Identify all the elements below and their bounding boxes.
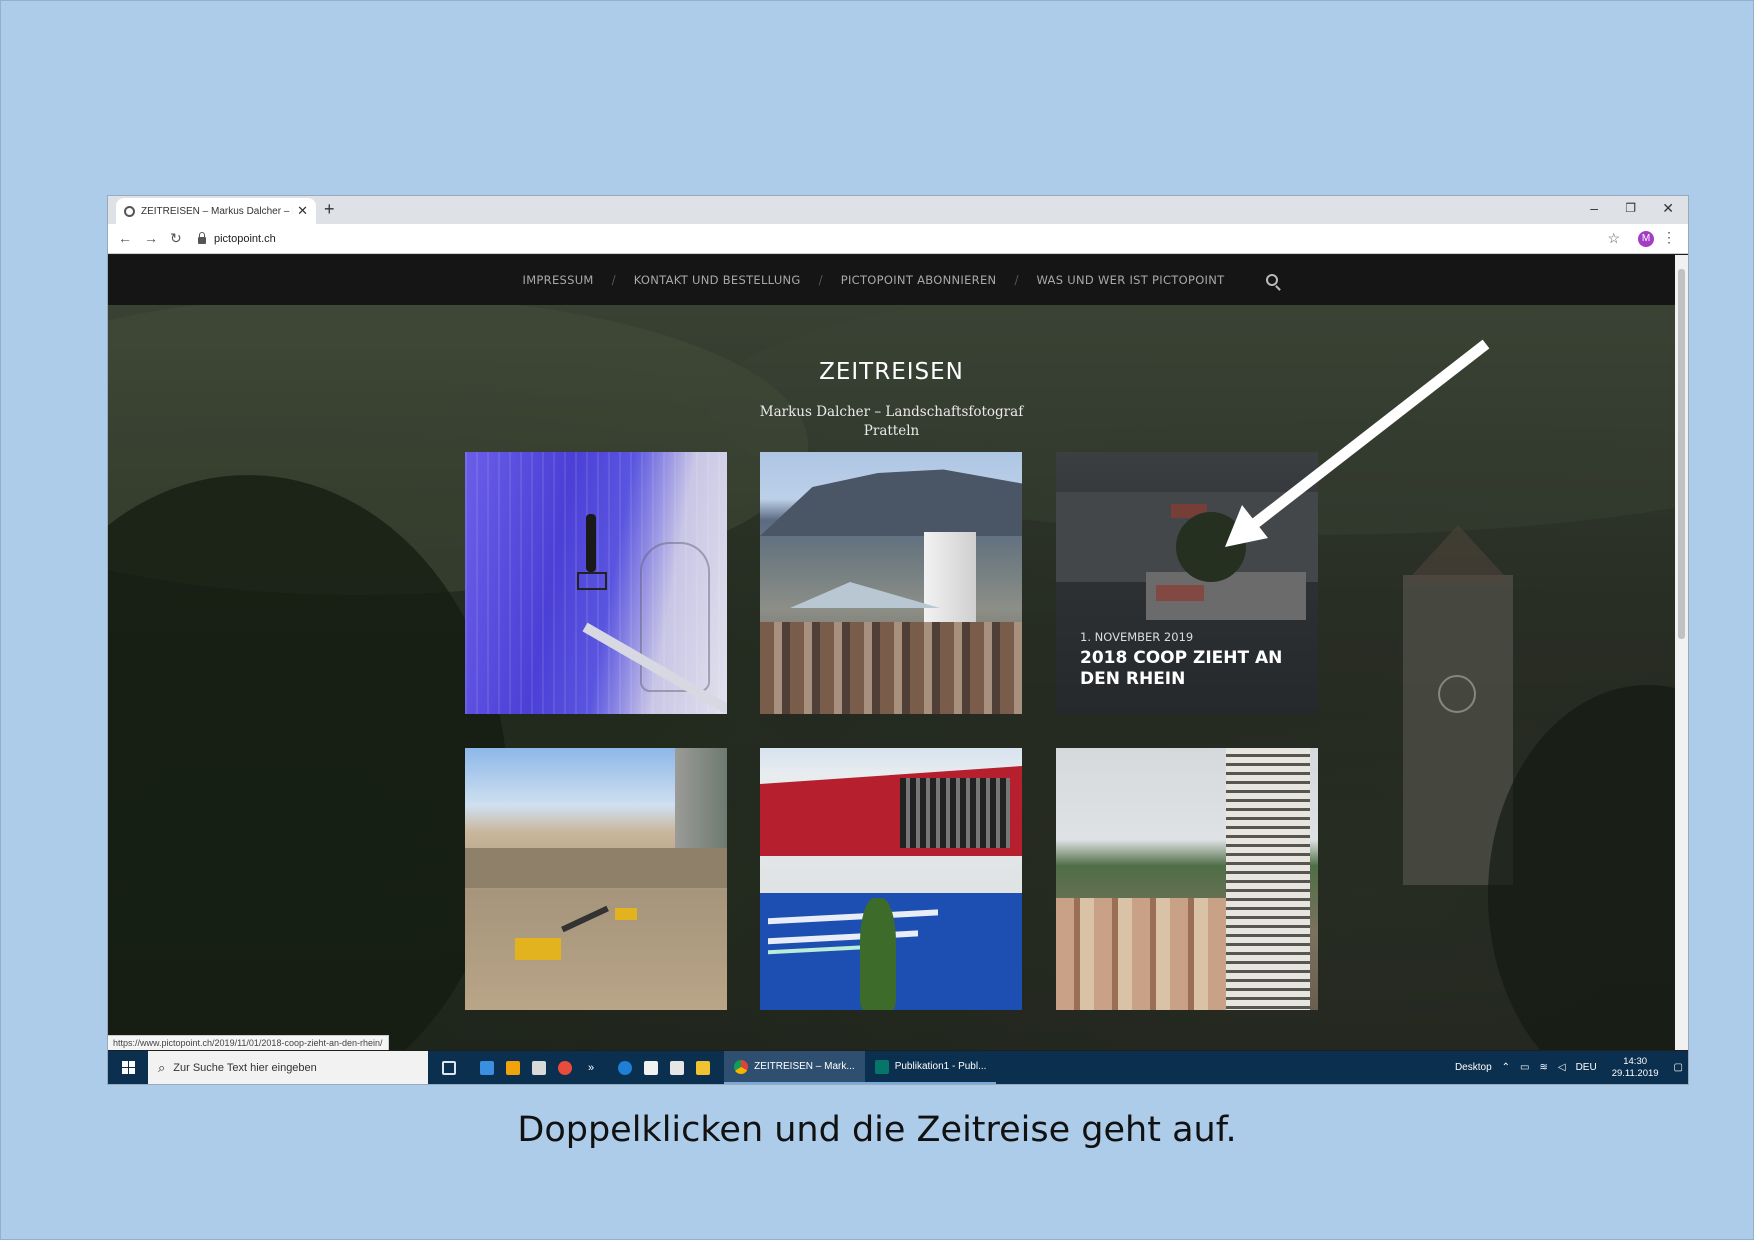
mail-icon[interactable] — [670, 1060, 685, 1075]
screenshot-window: ZEITREISEN – Markus Dalcher – L ✕ + – ❐ … — [108, 196, 1688, 1084]
windows-logo-icon — [122, 1061, 135, 1074]
taskbar-app-chrome[interactable]: ZEITREISEN – Mark... — [724, 1051, 865, 1084]
taskbar-clock[interactable]: 14:30 29.11.2019 — [1612, 1056, 1659, 1080]
quicklaunch-icon[interactable] — [532, 1060, 546, 1075]
clock-time: 14:30 — [1623, 1055, 1648, 1067]
task-view-icon[interactable] — [442, 1060, 456, 1075]
browser-tab[interactable]: ZEITREISEN – Markus Dalcher – L ✕ — [116, 198, 316, 224]
arrow-head-icon — [1225, 505, 1268, 547]
restore-icon[interactable]: ❐ — [1625, 201, 1636, 215]
profile-avatar[interactable]: M — [1638, 231, 1654, 247]
close-window-icon[interactable]: ✕ — [1662, 200, 1674, 217]
tab-title: ZEITREISEN – Markus Dalcher – L — [141, 205, 294, 217]
clock-date: 29.11.2019 — [1611, 1067, 1659, 1079]
quicklaunch-icon[interactable] — [480, 1060, 494, 1075]
status-url: https://www.pictopoint.ch/2019/11/01/201… — [108, 1035, 389, 1050]
bookmark-star-icon[interactable]: ☆ — [1607, 230, 1620, 247]
globe-icon — [124, 205, 135, 217]
page-scrollbar[interactable] — [1675, 255, 1688, 1050]
battery-icon[interactable]: ▭ — [1520, 1062, 1529, 1073]
windows-taskbar: ⌕ Zur Suche Text hier eingeben » ZEITREI… — [108, 1051, 1688, 1084]
input-language[interactable]: DEU — [1576, 1062, 1597, 1073]
overflow-chevron-icon[interactable]: » — [588, 1062, 594, 1074]
arrow-annotation — [1225, 339, 1490, 547]
search-icon: ⌕ — [158, 1059, 166, 1075]
quicklaunch-icon[interactable] — [506, 1060, 520, 1075]
edge-icon[interactable] — [618, 1060, 633, 1075]
address-bar: ← → ↻ pictopoint.ch ☆ M ⋮ — [108, 224, 1688, 254]
taskbar-app-publisher[interactable]: Publikation1 - Publ... — [864, 1051, 997, 1084]
folder-icon[interactable] — [696, 1060, 711, 1075]
publisher-icon — [874, 1059, 889, 1074]
url-field[interactable]: pictopoint.ch — [198, 228, 1688, 250]
reload-icon[interactable]: ↻ — [170, 230, 182, 247]
new-tab-icon[interactable]: + — [324, 199, 335, 220]
menu-kebab-icon[interactable]: ⋮ — [1662, 229, 1676, 246]
browser-tab-bar: ZEITREISEN – Markus Dalcher – L ✕ + – ❐ … — [108, 196, 1688, 224]
desktop-toolbar[interactable]: Desktop — [1455, 1062, 1492, 1073]
scrollbar-thumb[interactable] — [1678, 269, 1685, 639]
volume-icon[interactable]: ◁ — [1558, 1062, 1566, 1073]
minimize-icon[interactable]: – — [1590, 200, 1598, 216]
chrome-icon — [734, 1059, 749, 1074]
url-text: pictopoint.ch — [214, 233, 276, 245]
arrow-shaft — [1249, 339, 1490, 530]
back-icon[interactable]: ← — [118, 230, 132, 246]
taskbar-search[interactable]: ⌕ Zur Suche Text hier eingeben — [148, 1051, 428, 1084]
slide-caption: Doppelklicken und die Zeitreise geht auf… — [517, 1110, 1237, 1150]
tray-overflow-icon[interactable]: ⌃ — [1502, 1062, 1510, 1073]
start-button[interactable] — [108, 1051, 148, 1084]
lock-icon — [198, 231, 206, 244]
forward-icon[interactable]: → — [144, 230, 158, 246]
wifi-icon[interactable]: ≋ — [1539, 1062, 1547, 1073]
taskbar-app-label: ZEITREISEN – Mark... — [754, 1061, 855, 1072]
store-icon[interactable] — [644, 1060, 659, 1075]
system-tray: Desktop ⌃ ▭ ≋ ◁ DEU 14:30 29.11.2019 ▢ — [1450, 1056, 1688, 1080]
tab-close-icon[interactable]: ✕ — [297, 203, 308, 219]
web-page: IMPRESSUM / KONTAKT UND BESTELLUNG / PIC… — [108, 255, 1675, 1050]
taskbar-app-label: Publikation1 - Publ... — [894, 1061, 987, 1072]
notifications-icon[interactable]: ▢ — [1674, 1062, 1683, 1073]
quicklaunch-icon[interactable] — [558, 1060, 572, 1075]
taskbar-search-placeholder: Zur Suche Text hier eingeben — [173, 1061, 317, 1074]
